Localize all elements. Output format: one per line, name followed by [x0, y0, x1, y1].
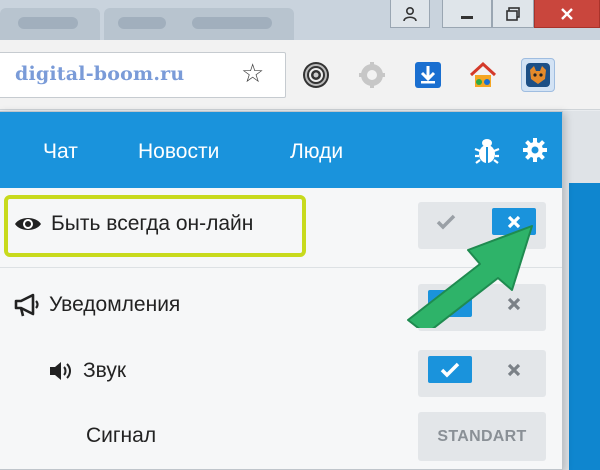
close-window-button[interactable] [534, 0, 600, 28]
sound-text: Звук [83, 359, 127, 382]
extension-active-fox[interactable] [521, 58, 555, 92]
bookmark-star-icon[interactable]: ☆ [241, 60, 264, 86]
sound-toggle[interactable] [418, 350, 546, 397]
signal-label: Сигнал [86, 424, 156, 448]
extension-gear[interactable] [355, 58, 389, 92]
extension-download[interactable] [411, 58, 445, 92]
nav-people[interactable]: Люди [290, 140, 343, 164]
settings-gear-icon[interactable] [522, 137, 548, 168]
sound-no[interactable] [492, 356, 536, 383]
browser-tab[interactable] [104, 8, 294, 40]
download-icon [415, 62, 441, 88]
address-bar[interactable]: digital-boom.ru ☆ [0, 52, 286, 98]
browser-tab[interactable] [0, 8, 100, 40]
extension-opera[interactable] [299, 58, 333, 92]
annotation-arrow-icon [407, 225, 533, 328]
extension-house[interactable] [466, 58, 500, 92]
popup-navbar: Чат Новости Люди [0, 112, 562, 188]
address-url: digital-boom.ru [15, 63, 185, 85]
page-background [563, 111, 600, 470]
house-icon [469, 61, 497, 87]
notifications-text: Уведомления [49, 293, 181, 316]
close-icon [561, 7, 573, 20]
bug-icon[interactable] [474, 137, 500, 170]
nav-chat[interactable]: Чат [43, 140, 78, 164]
check-icon [440, 362, 460, 377]
maximize-icon [506, 6, 520, 21]
notifications-label: Уведомления [14, 293, 180, 317]
sound-yes[interactable] [428, 356, 472, 383]
minimize-button[interactable] [442, 0, 492, 28]
megaphone-icon [14, 293, 40, 317]
user-icon [403, 6, 417, 21]
user-profile-button[interactable] [390, 0, 430, 28]
sound-label: Звук [48, 359, 126, 383]
gear-addon-icon [359, 62, 385, 88]
close-x-icon [507, 363, 521, 376]
signal-text: Сигнал [86, 424, 157, 447]
opera-icon [303, 62, 329, 88]
minimize-icon [461, 15, 473, 19]
maximize-button[interactable] [492, 0, 534, 28]
signal-select-button[interactable]: STANDART [418, 412, 546, 461]
window-titlebar [0, 0, 600, 40]
highlight-box [4, 195, 306, 257]
browser-toolbar: digital-boom.ru ☆ [0, 40, 600, 110]
speaker-icon [48, 360, 74, 382]
nav-news[interactable]: Новости [138, 140, 219, 164]
fox-icon [526, 63, 550, 87]
